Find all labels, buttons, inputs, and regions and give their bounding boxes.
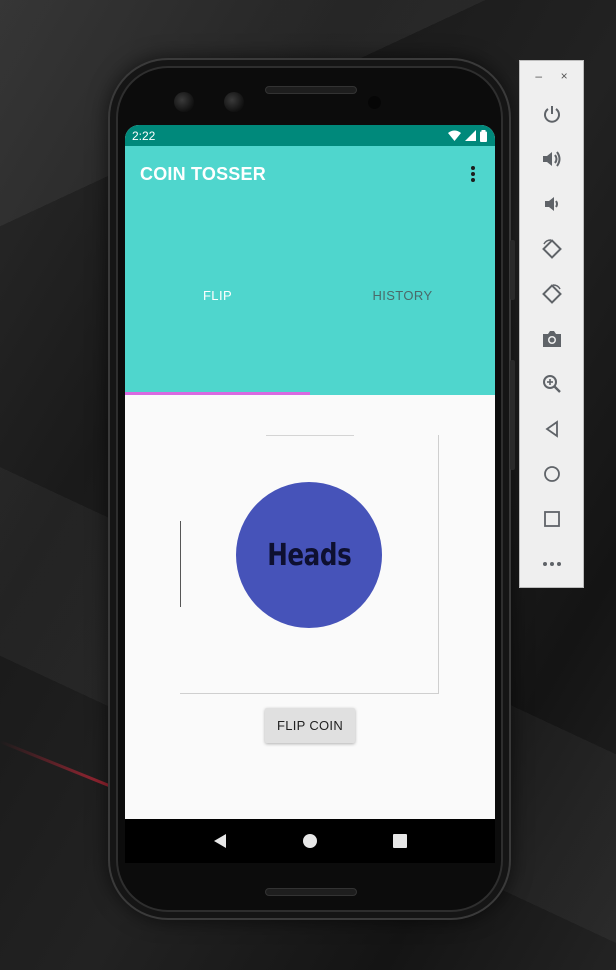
tab-history[interactable]: HISTORY [310, 195, 495, 395]
tab-bar: FLIP HISTORY [125, 195, 495, 395]
zoom-icon[interactable] [520, 361, 583, 406]
app-title: COIN TOSSER [140, 164, 266, 184]
more-icon[interactable] [520, 541, 583, 586]
tab-flip-label: FLIP [202, 287, 233, 303]
minimize-button[interactable]: – [535, 69, 542, 83]
coin-frame: Heads [180, 435, 439, 694]
signal-icon [465, 130, 476, 141]
volume-down-icon[interactable] [520, 181, 583, 226]
front-camera-icon [174, 92, 194, 112]
emulator-toolbar: – × [519, 60, 584, 588]
app-bar: COIN TOSSER FLIP HISTORY [125, 146, 495, 395]
home-icon[interactable] [520, 451, 583, 496]
status-time: 2:22 [132, 128, 156, 143]
coin[interactable]: Heads [236, 482, 382, 628]
wifi-icon [448, 130, 461, 141]
back-icon[interactable] [205, 826, 235, 856]
phone-side-button [510, 240, 515, 300]
coin-result: Heads [266, 537, 352, 573]
phone-volume-rocker [510, 360, 515, 470]
rotate-left-icon[interactable] [520, 226, 583, 271]
phone-screen: 2:22 COIN TOSSER FLIP HISTORY Heads FLIP… [125, 125, 495, 863]
power-icon[interactable] [520, 91, 583, 136]
volume-up-icon[interactable] [520, 136, 583, 181]
battery-icon [480, 129, 487, 142]
status-bar: 2:22 [125, 125, 495, 146]
sensor-icon [368, 96, 381, 109]
tab-flip[interactable]: FLIP [125, 195, 310, 395]
status-icons [448, 129, 487, 142]
front-camera-2-icon [224, 92, 244, 112]
overview-icon[interactable] [385, 826, 415, 856]
frame-top-line [266, 435, 354, 436]
system-nav-bar [125, 819, 495, 863]
rotate-right-icon[interactable] [520, 271, 583, 316]
frame-left-line [180, 521, 181, 607]
tab-history-label: HISTORY [372, 287, 433, 303]
overview-icon[interactable] [520, 496, 583, 541]
home-icon[interactable] [295, 826, 325, 856]
bottom-speaker [265, 888, 357, 896]
back-icon[interactable] [520, 406, 583, 451]
camera-icon[interactable] [520, 316, 583, 361]
earpiece-speaker [265, 86, 357, 94]
flip-content: Heads FLIP COIN [125, 395, 495, 819]
overflow-menu-icon[interactable] [465, 164, 481, 184]
close-button[interactable]: × [561, 69, 568, 83]
flip-coin-button[interactable]: FLIP COIN [265, 708, 355, 743]
toolbar-header: – × [520, 61, 583, 91]
